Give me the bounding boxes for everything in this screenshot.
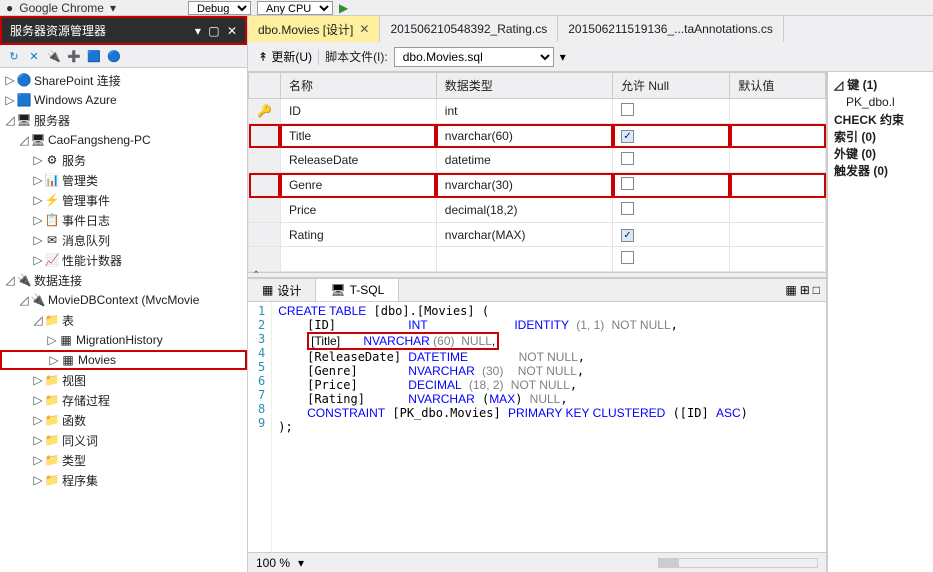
tree-item[interactable]: ▷📁类型 (0, 450, 247, 470)
tree-item[interactable]: ▷📁视图 (0, 370, 247, 390)
table-row[interactable]: Titlenvarchar(60)✓ (249, 124, 826, 148)
sp-icon[interactable]: 🔵 (106, 48, 122, 64)
nullable-checkbox[interactable]: ✓ (621, 229, 634, 242)
tree-item[interactable]: ◿🖥服务器 (0, 110, 247, 130)
tree-item[interactable]: ▷📁函数 (0, 410, 247, 430)
table-row[interactable]: 🔑IDint (249, 99, 826, 124)
zoom-level[interactable]: 100 % (256, 556, 290, 570)
document-tab[interactable]: 201506211519136_...taAnnotations.cs (558, 16, 784, 42)
nullable-checkbox[interactable] (621, 103, 634, 116)
index-section[interactable]: 索引 (0) (834, 128, 927, 145)
table-row[interactable]: ReleaseDatedatetime (249, 148, 826, 173)
col-default-header[interactable]: 默认值 (730, 73, 826, 99)
sql-editor[interactable]: 123456789 CREATE TABLE [dbo].[Movies] ( … (248, 302, 826, 552)
key-icon: 🔑 (257, 104, 272, 118)
tree-item[interactable]: ▷📋事件日志 (0, 210, 247, 230)
tree-item[interactable]: ▷▦MigrationHistory (0, 330, 247, 350)
server-explorer-title: 服务器资源管理器 ▾ ▢ ✕ (0, 16, 247, 45)
connect-icon[interactable]: 🔌 (46, 48, 62, 64)
tb-icon[interactable]: ▦ (785, 283, 796, 297)
tree-item[interactable]: ▷📁程序集 (0, 470, 247, 490)
tb-icon[interactable]: ⊞ (800, 283, 810, 297)
azure-icon[interactable]: 🟦 (86, 48, 102, 64)
fk-section[interactable]: 外键 (0) (834, 145, 927, 162)
tree-item[interactable]: ▷📈性能计数器 (0, 250, 247, 270)
tree-item[interactable]: ▷🔵SharePoint 连接 (0, 70, 247, 90)
pin-icon[interactable]: ▢ (208, 24, 219, 38)
trigger-section[interactable]: 触发器 (0) (834, 162, 927, 179)
pk-item[interactable]: PK_dbo.l (834, 93, 927, 111)
refresh-icon[interactable]: ↻ (6, 48, 22, 64)
document-tab[interactable]: dbo.Movies [设计]✕ (248, 16, 380, 42)
design-tab[interactable]: ▦ 设计 (248, 279, 316, 301)
columns-grid[interactable]: 名称 数据类型 允许 Null 默认值 🔑IDintTitlenvarchar(… (248, 72, 826, 272)
add-icon[interactable]: ➕ (66, 48, 82, 64)
tree-item[interactable]: ▷⚡管理事件 (0, 190, 247, 210)
tree-item[interactable]: ▷📊管理类 (0, 170, 247, 190)
scriptfile-combo[interactable]: dbo.Movies.sql (394, 47, 554, 67)
col-name-header[interactable]: 名称 (280, 73, 436, 99)
stop-icon[interactable]: ✕ (26, 48, 42, 64)
tree-item[interactable]: ▷📁存储过程 (0, 390, 247, 410)
nullable-checkbox[interactable] (621, 202, 634, 215)
table-properties-panel: ◿ 键 (1) PK_dbo.l CHECK 约束 索引 (0) 外键 (0) … (827, 72, 933, 572)
tree-item[interactable]: ▷✉消息队列 (0, 230, 247, 250)
tree-item[interactable]: ◿🖥CaoFangsheng-PC (0, 130, 247, 150)
close-icon[interactable]: ✕ (227, 24, 237, 38)
close-icon[interactable]: ✕ (359, 22, 369, 36)
col-type-header[interactable]: 数据类型 (436, 73, 612, 99)
chrome-icon: ● (6, 1, 13, 15)
table-row[interactable]: Ratingnvarchar(MAX)✓ (249, 223, 826, 247)
check-section[interactable]: CHECK 约束 (834, 111, 927, 128)
keys-section[interactable]: ◿ 键 (1) (834, 76, 927, 93)
play-icon[interactable]: ▶ (339, 1, 348, 15)
table-row[interactable]: Genrenvarchar(30) (249, 173, 826, 198)
server-explorer-tree[interactable]: ▷🔵SharePoint 连接▷🟦Windows Azure◿🖥服务器◿🖥Cao… (0, 68, 247, 572)
server-explorer-toolbar: ↻ ✕ 🔌 ➕ 🟦 🔵 (0, 45, 247, 68)
tree-item[interactable]: ◿🔌MovieDBContext (MvcMovie (0, 290, 247, 310)
config-combo[interactable]: Debug (188, 1, 251, 15)
nullable-checkbox[interactable] (621, 152, 634, 165)
tb-icon[interactable]: □ (813, 283, 820, 297)
nullable-checkbox[interactable]: ✓ (621, 130, 634, 143)
sql-code[interactable]: CREATE TABLE [dbo].[Movies] ( [ID] INT I… (272, 302, 826, 552)
tree-item[interactable]: ▷▦Movies (0, 350, 247, 370)
document-tabs[interactable]: dbo.Movies [设计]✕201506210548392_Rating.c… (248, 16, 933, 42)
dropdown-icon[interactable]: ▾ (195, 24, 201, 38)
tree-item[interactable]: ▷📁同义词 (0, 430, 247, 450)
col-null-header[interactable]: 允许 Null (613, 73, 730, 99)
tree-item[interactable]: ◿🔌数据连接 (0, 270, 247, 290)
scriptfile-label: 脚本文件(I): (325, 48, 388, 65)
table-row[interactable]: Pricedecimal(18,2) (249, 198, 826, 223)
chrome-label: Google Chrome (19, 1, 104, 15)
tree-item[interactable]: ▷🟦Windows Azure (0, 90, 247, 110)
tree-item[interactable]: ◿📁表 (0, 310, 247, 330)
tree-item[interactable]: ▷⚙服务 (0, 150, 247, 170)
update-button[interactable]: ↟ 更新(U) (258, 48, 312, 65)
document-tab[interactable]: 201506210548392_Rating.cs (380, 16, 558, 42)
splitter[interactable] (248, 272, 826, 278)
nullable-checkbox[interactable] (621, 177, 634, 190)
tsql-tab[interactable]: 🖥 T-SQL (316, 279, 399, 301)
platform-combo[interactable]: Any CPU (257, 1, 333, 15)
